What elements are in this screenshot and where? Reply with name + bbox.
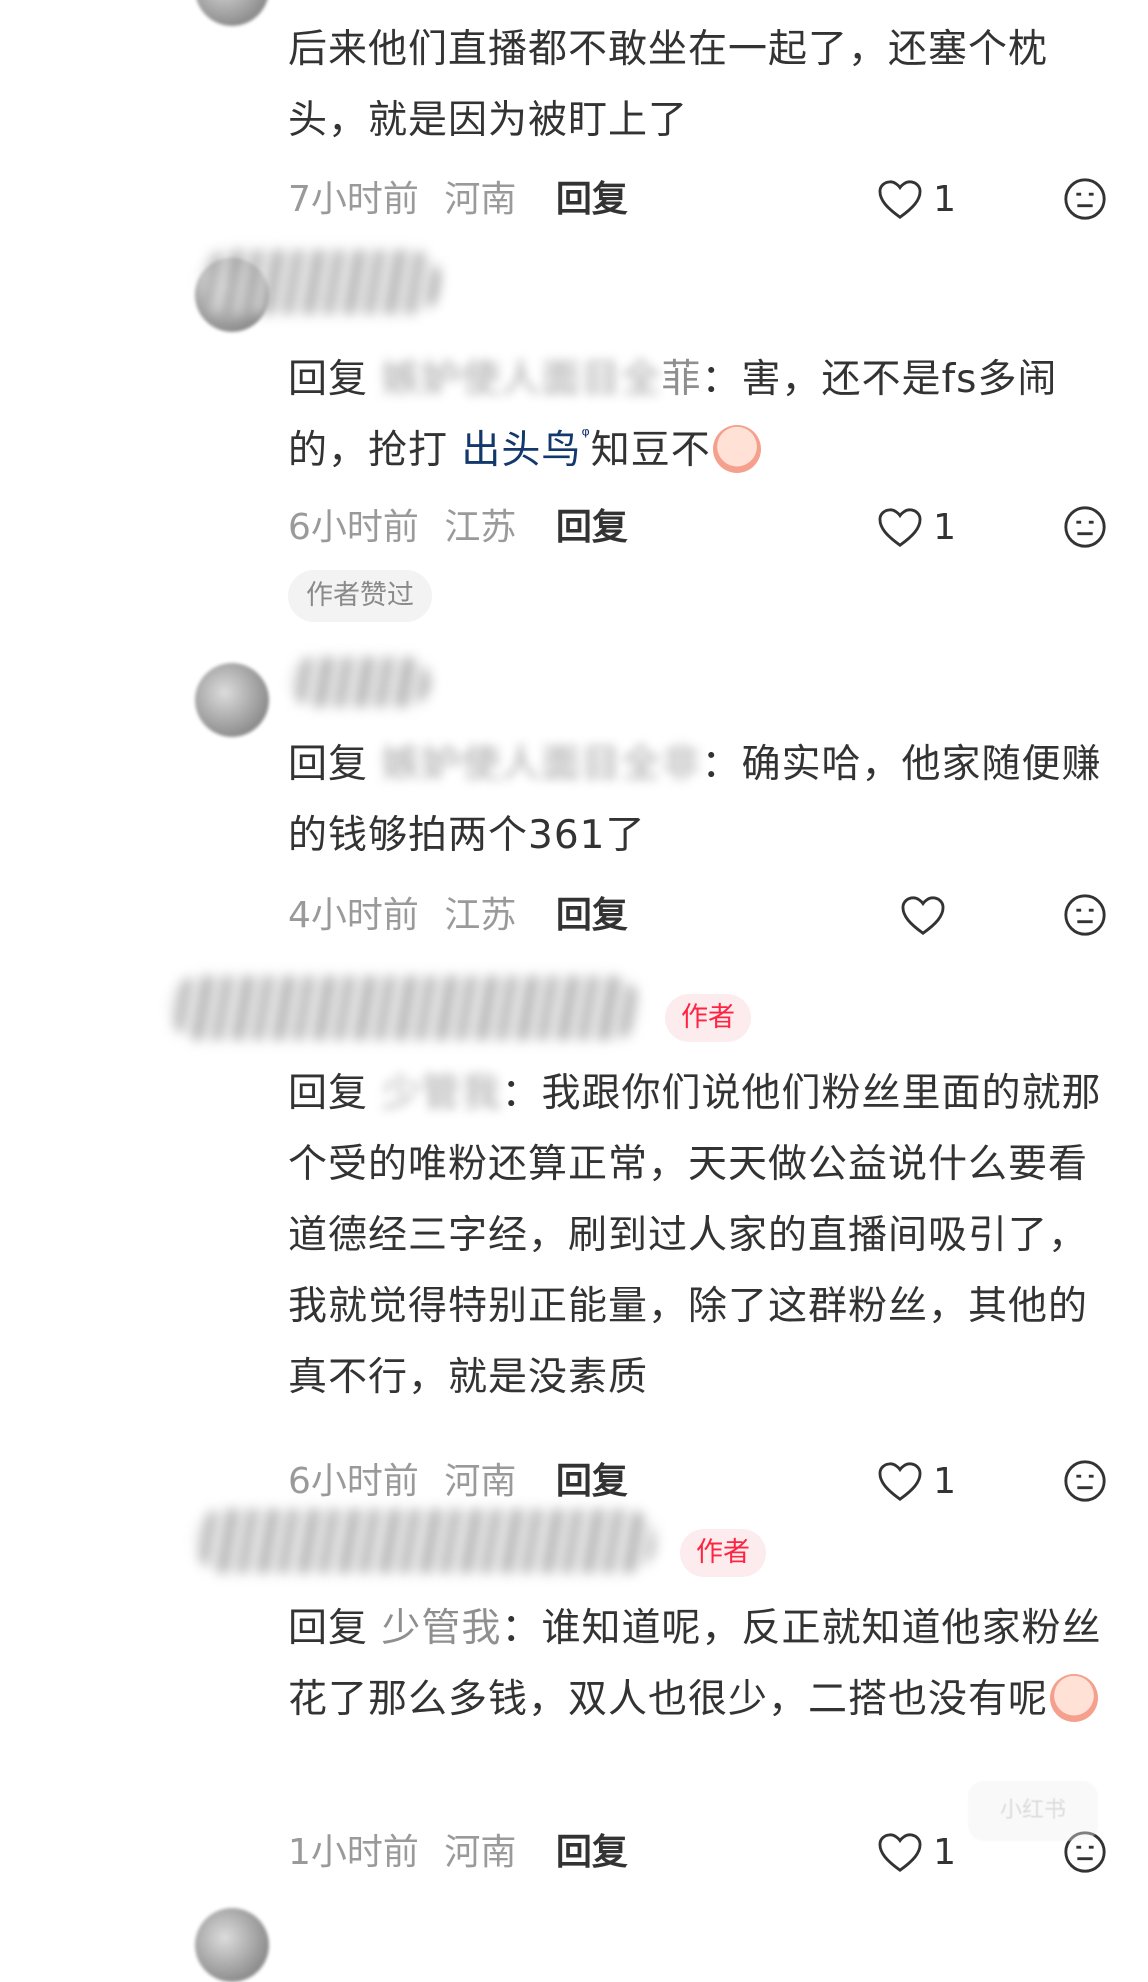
heart-icon	[878, 1462, 922, 1501]
blurred-username	[290, 657, 430, 707]
comment-time: 7小时前	[288, 179, 419, 220]
neutral-face-icon	[1064, 1460, 1106, 1502]
search-icon: ᵠ	[581, 423, 591, 447]
blurred-username	[200, 250, 440, 314]
neutral-face-icon	[1064, 178, 1106, 220]
author-tag: 作者	[665, 994, 751, 1042]
like-button[interactable]: 1	[877, 1452, 956, 1512]
reply-button[interactable]: 回复	[556, 895, 628, 936]
comment-meta: 6小时前 江苏 回复 1	[288, 498, 1108, 558]
reply-target[interactable]: 嫉妒使人面目全	[381, 357, 661, 402]
comment-text: 后来他们直播都不敢坐在一起了，还塞个枕头，就是因为被盯上了	[288, 27, 1049, 143]
neutral-face-icon	[1064, 506, 1106, 548]
blurred-username	[170, 976, 640, 1040]
author-tag: 作者	[680, 1529, 766, 1577]
like-button[interactable]: 1	[877, 1823, 956, 1883]
reply-prefix: 回复	[288, 1606, 369, 1651]
author-liked-badge: 作者赞过	[288, 570, 432, 622]
dislike-button[interactable]	[1062, 504, 1108, 569]
comment-time: 1小时前	[288, 1832, 419, 1873]
comment-time: 6小时前	[288, 507, 419, 548]
like-button[interactable]: 1	[877, 170, 956, 230]
reply-target[interactable]: 少管我	[381, 1606, 501, 1651]
heart-icon	[878, 1833, 922, 1872]
comment-location: 河南	[444, 179, 517, 220]
heart-icon	[878, 508, 922, 547]
comment-text: 回复 少管我：谁知道呢，反正就知道他家粉丝花了那么多钱，双人也很少，二搭也没有呢	[288, 1606, 1102, 1722]
reply-prefix: 回复	[288, 742, 369, 787]
reply-target[interactable]: 少管我	[381, 1071, 501, 1116]
topic-link[interactable]: 出头鸟ᵠ	[461, 423, 590, 473]
blush-emoji-icon	[712, 424, 761, 473]
like-count: 1	[933, 1461, 956, 1502]
like-button[interactable]	[900, 886, 956, 946]
avatar[interactable]	[195, 663, 269, 737]
reply-button[interactable]: 回复	[556, 1832, 628, 1873]
comment-text: 回复 少管我：我跟你们说他们粉丝里面的就那个受的唯粉还算正常，天天做公益说什么要…	[288, 1071, 1102, 1400]
dislike-button[interactable]	[1062, 1458, 1108, 1523]
avatar[interactable]	[195, 0, 269, 26]
comment-time: 6小时前	[288, 1461, 419, 1502]
comment-meta: 6小时前 河南 回复 1	[288, 1452, 1108, 1512]
reply-button[interactable]: 回复	[556, 179, 628, 220]
reply-button[interactable]: 回复	[556, 507, 628, 548]
dislike-button[interactable]	[1062, 892, 1108, 957]
comment-text: 回复 嫉妒使人面目全菲：害，还不是fs多闹的，抢打 出头鸟ᵠ知豆不	[288, 357, 1058, 473]
comment-meta: 4小时前 江苏 回复	[288, 886, 1108, 946]
reply-prefix: 回复	[288, 1071, 369, 1116]
comment-location: 河南	[444, 1461, 517, 1502]
comment-meta: 7小时前 河南 回复 1	[288, 170, 1108, 230]
heart-icon	[878, 180, 922, 219]
reply-button[interactable]: 回复	[556, 1461, 628, 1502]
like-button[interactable]: 1	[877, 498, 956, 558]
comment-location: 江苏	[444, 895, 517, 936]
shy-emoji-icon	[1050, 1673, 1099, 1722]
comment-location: 江苏	[444, 507, 517, 548]
blurred-username	[195, 1509, 655, 1573]
comment-time: 4小时前	[288, 895, 419, 936]
neutral-face-icon	[1064, 894, 1106, 936]
comment-location: 河南	[444, 1832, 517, 1873]
avatar[interactable]	[195, 1908, 269, 1982]
reply-prefix: 回复	[288, 357, 369, 402]
reply-target-tail: 菲	[661, 357, 702, 402]
like-count: 1	[933, 179, 956, 220]
comment-text: 回复 嫉妒使人面目全非：确实哈，他家随便赚的钱够拍两个361了	[288, 742, 1102, 858]
watermark: 小红书	[968, 1781, 1098, 1841]
like-count: 1	[933, 507, 956, 548]
dislike-button[interactable]	[1062, 176, 1108, 241]
reply-target[interactable]: 嫉妒使人面目全非	[381, 742, 701, 787]
like-count: 1	[933, 1832, 956, 1873]
heart-icon	[901, 896, 945, 935]
